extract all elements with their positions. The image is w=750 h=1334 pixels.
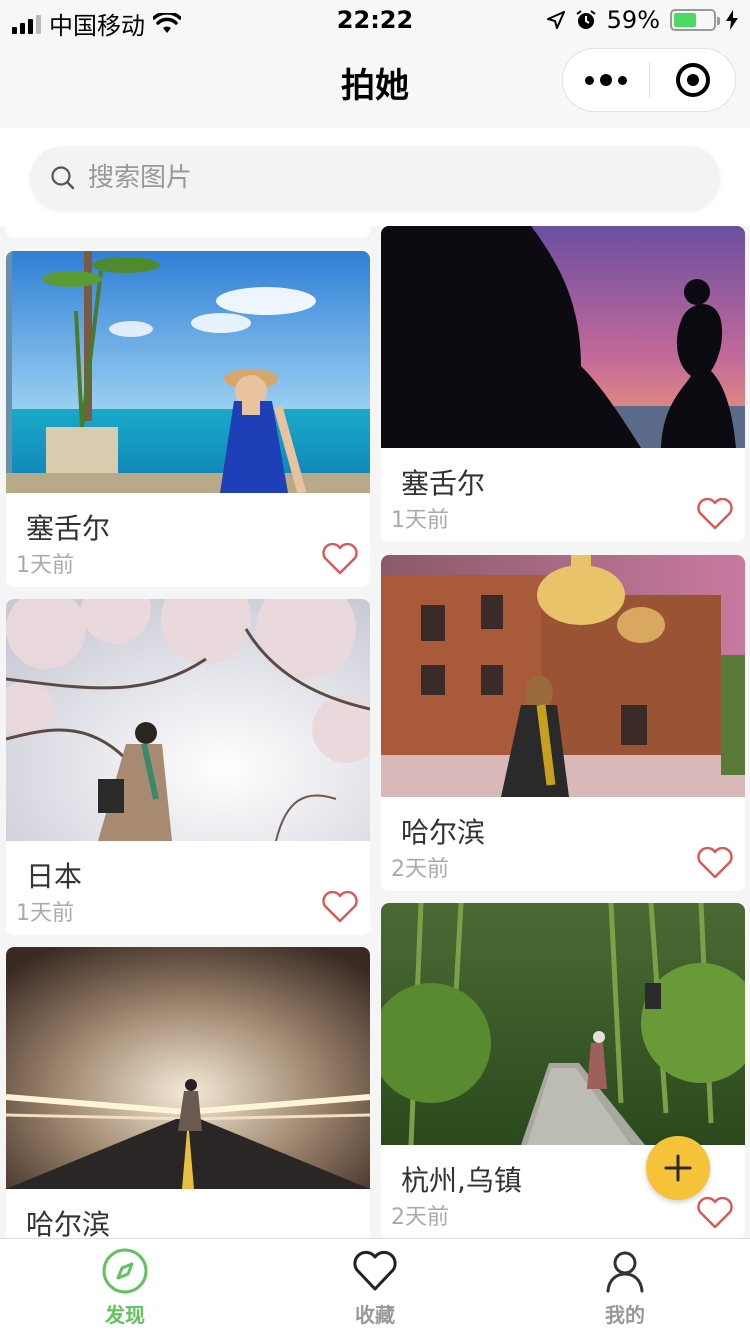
card-time: 2天前 bbox=[391, 1205, 449, 1230]
card-time: 2天前 bbox=[391, 857, 449, 882]
photo-image[interactable] bbox=[381, 226, 745, 448]
card-time: 1天前 bbox=[391, 508, 449, 533]
photo-image[interactable] bbox=[6, 947, 370, 1189]
tab-label: 收藏 bbox=[355, 1303, 395, 1327]
user-icon bbox=[606, 1251, 644, 1293]
photo-image[interactable] bbox=[381, 555, 745, 797]
heart-like-icon[interactable] bbox=[697, 847, 733, 879]
card-location: 哈尔滨 bbox=[26, 1208, 111, 1238]
tab-favorites[interactable]: 收藏 bbox=[250, 1239, 500, 1334]
heart-like-icon[interactable] bbox=[322, 543, 358, 575]
photo-image[interactable] bbox=[381, 903, 745, 1146]
compass-icon bbox=[102, 1248, 148, 1294]
heart-like-icon[interactable] bbox=[697, 498, 733, 530]
charging-icon bbox=[726, 10, 738, 30]
heart-like-icon[interactable] bbox=[697, 1197, 733, 1229]
plus-icon bbox=[664, 1154, 692, 1182]
target-close-icon bbox=[675, 63, 710, 97]
card-location: 塞舌尔 bbox=[401, 467, 486, 500]
photo-card[interactable]: 塞舌尔 1天前 bbox=[381, 226, 745, 542]
partial-card bbox=[6, 226, 370, 238]
photo-image[interactable] bbox=[6, 251, 370, 495]
card-time: 1天前 bbox=[16, 553, 74, 578]
battery-icon bbox=[670, 9, 720, 31]
card-location: 哈尔滨 bbox=[401, 816, 486, 849]
search-section bbox=[0, 128, 750, 226]
miniprogram-capsule bbox=[562, 48, 736, 112]
battery-percent: 59% bbox=[606, 6, 660, 34]
tab-bar: 发现 收藏 我的 bbox=[0, 1238, 750, 1334]
status-bar: 中国移动 22:22 59% bbox=[0, 0, 750, 40]
card-location: 日本 bbox=[26, 860, 83, 893]
heart-outline-icon bbox=[353, 1250, 397, 1291]
photo-feed[interactable]: 塞舌尔 1天前 塞舌尔 1天前 日本 1天前 哈尔滨 2天前 哈尔滨 杭州,乌镇… bbox=[0, 226, 750, 1238]
add-photo-button[interactable] bbox=[646, 1136, 710, 1200]
close-button[interactable] bbox=[650, 63, 735, 97]
search-icon bbox=[51, 166, 75, 190]
photo-image[interactable] bbox=[6, 599, 370, 842]
tab-label: 我的 bbox=[605, 1303, 645, 1327]
alarm-icon bbox=[576, 10, 596, 29]
photo-card[interactable]: 哈尔滨 2天前 bbox=[381, 555, 745, 891]
more-dots-icon bbox=[585, 75, 594, 85]
tab-discover[interactable]: 发现 bbox=[0, 1239, 250, 1334]
nav-bar: 拍她 bbox=[0, 40, 750, 128]
status-right: 59% bbox=[546, 6, 738, 34]
location-arrow-icon bbox=[546, 11, 565, 29]
photo-card[interactable]: 塞舌尔 1天前 bbox=[6, 251, 370, 587]
search-bar[interactable] bbox=[30, 146, 720, 210]
search-input[interactable] bbox=[88, 163, 668, 193]
card-location: 塞舌尔 bbox=[26, 512, 111, 545]
photo-card[interactable]: 哈尔滨 bbox=[6, 947, 370, 1238]
tab-mine[interactable]: 我的 bbox=[500, 1239, 750, 1334]
heart-like-icon[interactable] bbox=[322, 891, 358, 923]
photo-card[interactable]: 日本 1天前 bbox=[6, 599, 370, 935]
card-time: 1天前 bbox=[16, 901, 74, 926]
tab-label: 发现 bbox=[105, 1303, 145, 1327]
more-button[interactable] bbox=[563, 49, 649, 111]
